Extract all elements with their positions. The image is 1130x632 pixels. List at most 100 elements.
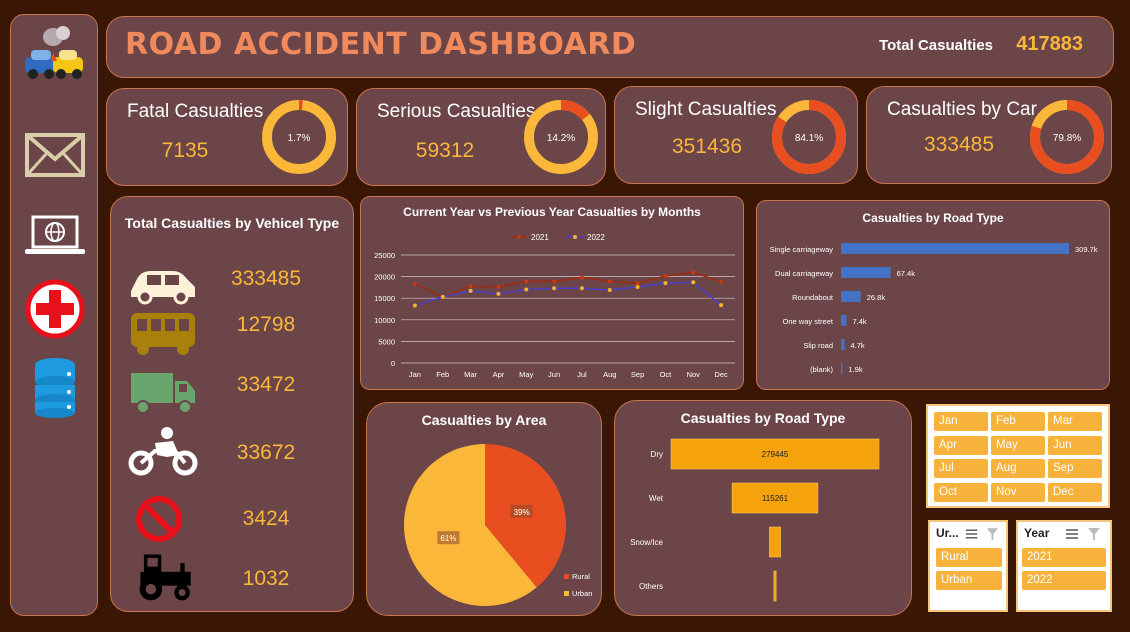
category-label: Dual carriageway: [775, 269, 833, 278]
kpi-fatal: Fatal Casualties 7135 1.7%: [106, 88, 348, 186]
year-slicer-2022[interactable]: 2022: [1022, 571, 1106, 590]
mail-icon[interactable]: [23, 123, 87, 187]
database-icon[interactable]: [23, 355, 87, 419]
road-type-bar-chart: Single carriageway 309.7k Dual carriageway…: [770, 243, 1098, 374]
vehicle-row-bus: 12798: [111, 307, 353, 367]
car-crash-icon[interactable]: [23, 23, 87, 87]
category-label: Snow/Ice: [630, 538, 663, 547]
monthly-line-chart-panel: Current Year vs Previous Year Casualties…: [360, 196, 744, 390]
area-slicer-urban[interactable]: Urban: [936, 571, 1002, 590]
data-point: [468, 284, 473, 289]
kpi-label: Casualties by Car: [887, 99, 1037, 120]
x-tick-label: Aug: [603, 370, 616, 379]
month-slicer-jan[interactable]: Jan: [934, 412, 988, 431]
month-slicer-feb[interactable]: Feb: [991, 412, 1045, 431]
donut-pct-label: 84.1%: [795, 133, 823, 144]
medical-cross-icon[interactable]: [23, 277, 87, 341]
slicer-filter-icons[interactable]: [964, 526, 1002, 542]
funnel-value-label: 115261: [762, 494, 789, 503]
data-point: [719, 303, 724, 308]
kpi-slight: Slight Casualties 351436 84.1%: [614, 86, 858, 184]
bar: [841, 339, 845, 350]
category-label: Others: [639, 582, 663, 591]
data-point: [691, 270, 696, 275]
bar-value-label: 4.7k: [850, 341, 864, 350]
month-slicer-nov[interactable]: Nov: [991, 482, 1045, 502]
data-point: [524, 287, 529, 292]
month-slicer-jul[interactable]: Jul: [934, 459, 988, 478]
month-slicer-oct[interactable]: Oct: [934, 482, 988, 502]
legend-label: 2022: [587, 233, 605, 242]
donut-pct-label: 14.2%: [547, 133, 575, 144]
title-bar: ROAD ACCIDENT DASHBOARD Total Casualties…: [106, 16, 1114, 78]
pie-slice-label: 39%: [514, 508, 530, 517]
legend-label: Rural: [572, 572, 590, 581]
bus-icon: [131, 313, 195, 355]
bar-value-label: 26.8k: [867, 293, 886, 302]
kpi-value: 351436: [671, 135, 743, 158]
vehicle-value: 3424: [242, 507, 290, 530]
legend-label: 2021: [531, 233, 549, 242]
kpi-label: Fatal Casualties: [127, 101, 264, 122]
tractor-icon: [139, 554, 191, 601]
slicer-filter-icons[interactable]: [1064, 526, 1104, 542]
data-point: [412, 281, 417, 286]
month-slicer-sep[interactable]: Sep: [1048, 459, 1102, 478]
year-slicer-2021[interactable]: 2021: [1022, 548, 1106, 567]
y-tick-label: 25000: [374, 251, 395, 260]
month-slicer-may[interactable]: May: [991, 435, 1045, 455]
category-label: Wet: [649, 494, 664, 503]
kpi-serious: Serious Casualties 59312 14.2%: [356, 88, 606, 186]
vehicle-row-truck: 33472: [111, 367, 353, 427]
funnel-value-label: 279445: [762, 450, 789, 459]
month-slicer: Jan Feb Mar Apr May Jun Jul Aug Sep Oct Nov Dec: [926, 404, 1110, 508]
data-point: [440, 294, 445, 299]
month-slicer-mar[interactable]: Mar: [1048, 412, 1102, 431]
kpi-value: 7135: [161, 139, 209, 162]
month-slicer-aug[interactable]: Aug: [991, 459, 1045, 478]
data-point: [607, 279, 612, 284]
vehicle-type-panel: Total Casualties by Vehicel Type 333485 …: [110, 196, 354, 612]
bar-value-label: 1.9k: [848, 365, 862, 374]
x-tick-label: Nov: [687, 370, 701, 379]
vehicle-panel-title: Total Casualties by Vehicel Type: [124, 215, 340, 231]
kpi-label: Slight Casualties: [635, 99, 777, 120]
line-chart: 0 5000 10000 15000 20000 25000 Jan Feb Mar Apr May…: [374, 233, 735, 379]
category-label: Dry: [651, 450, 663, 459]
road-type-bar-panel: Casualties by Road Type Single carriagew…: [756, 200, 1110, 390]
data-point: [663, 281, 668, 286]
total-casualties-label: Total Casualties: [879, 37, 993, 54]
x-tick-label: May: [519, 370, 533, 379]
bar-value-label: 67.4k: [897, 269, 916, 278]
month-slicer-apr[interactable]: Apr: [934, 435, 988, 455]
x-tick-label: Feb: [436, 370, 449, 379]
pie-slice-label: 61%: [440, 534, 456, 543]
laptop-globe-icon[interactable]: [23, 207, 87, 271]
legend-swatch: [564, 591, 569, 596]
bar: [841, 267, 891, 278]
year-slicer: Year 2021 2022: [1016, 520, 1112, 612]
category-label: (blank): [810, 365, 833, 374]
data-point: [552, 286, 557, 291]
motorcycle-icon: [128, 427, 198, 476]
data-point: [579, 275, 584, 280]
area-pie-panel: Casualties by Area 39% 61% Rural Urban: [366, 402, 602, 616]
no-entry-icon: [136, 496, 182, 542]
month-slicer-dec[interactable]: Dec: [1048, 482, 1102, 502]
month-slicer-jun[interactable]: Jun: [1048, 435, 1102, 455]
data-point: [579, 286, 584, 291]
area-slicer-rural[interactable]: Rural: [936, 548, 1002, 567]
category-label: Roundabout: [792, 293, 834, 302]
legend-swatch: [564, 574, 569, 579]
dashboard: ROAD ACCIDENT DASHBOARD Total Casualties…: [0, 0, 1130, 632]
page-title: ROAD ACCIDENT DASHBOARD: [125, 27, 637, 62]
vehicle-row-tractor: 1032: [111, 551, 353, 611]
category-label: One way street: [783, 317, 834, 326]
data-point: [635, 284, 640, 289]
bar-value-label: 7.4k: [852, 317, 866, 326]
x-tick-label: Jun: [548, 370, 560, 379]
vehicle-row-motorcycle: 33672: [111, 425, 353, 485]
x-tick-label: Mar: [464, 370, 477, 379]
funnel-bar: [769, 526, 781, 558]
kpi-value: 59312: [415, 139, 475, 162]
